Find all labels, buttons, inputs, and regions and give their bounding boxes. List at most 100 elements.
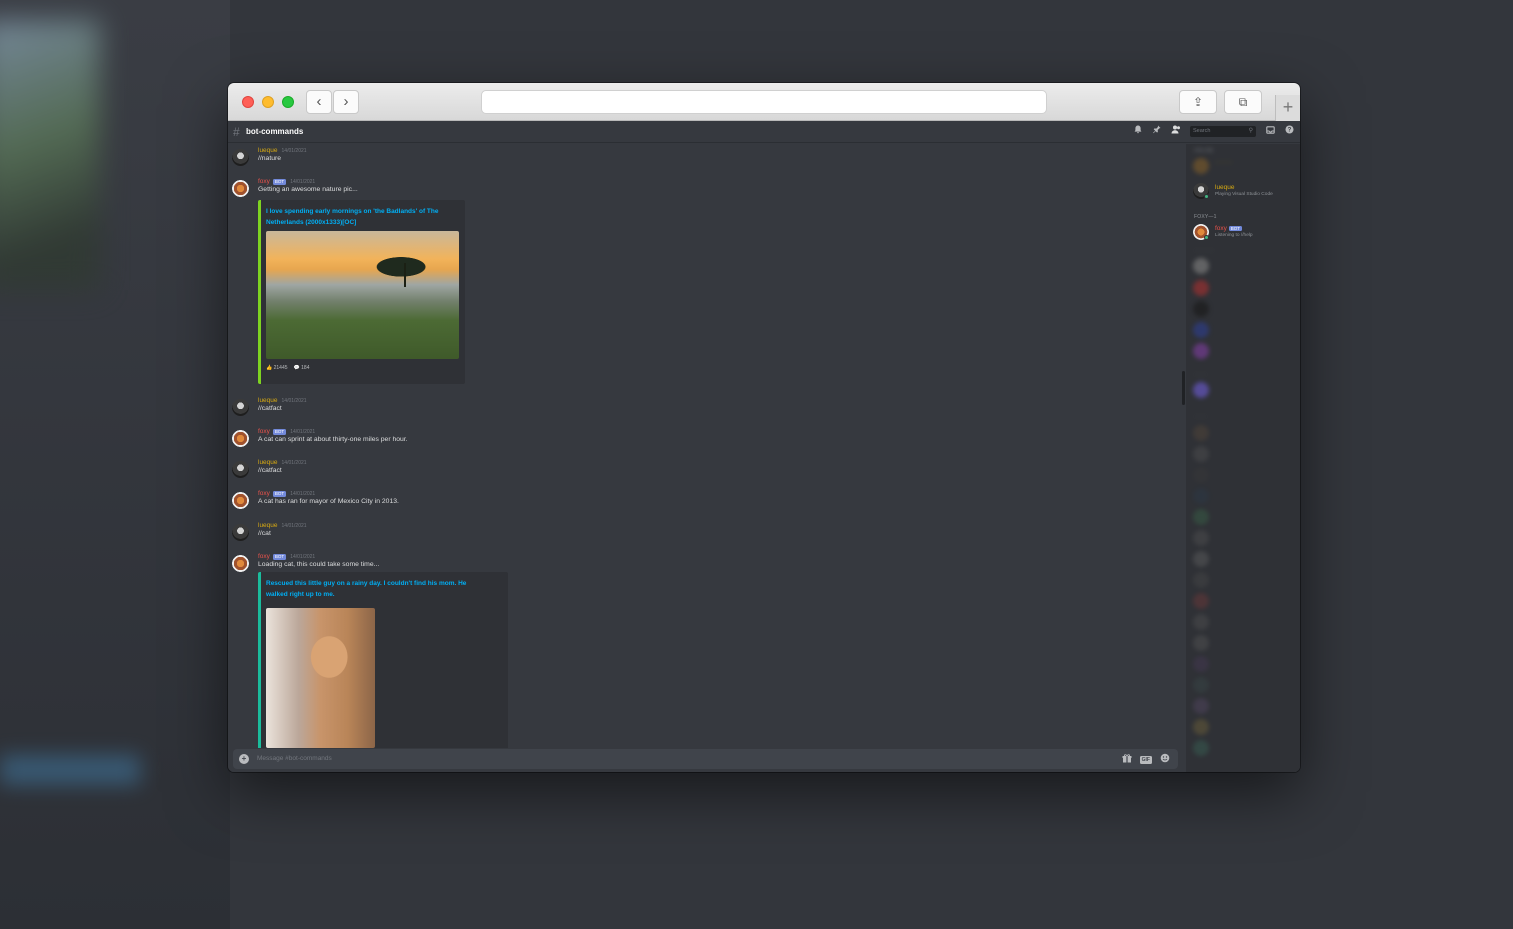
- member-item[interactable]: [1193, 677, 1297, 695]
- avatar: [1193, 382, 1209, 398]
- channel-header: # bot-commands Search ⚲ ?: [228, 121, 1300, 143]
- message-text: A cat has ran for mayor of Mexico City i…: [258, 498, 399, 505]
- timestamp: 14/01/2021: [290, 553, 316, 560]
- embed-title[interactable]: I love spending early mornings on 'the B…: [266, 207, 438, 228]
- author-name[interactable]: foxy: [258, 490, 270, 497]
- bot-badge: BOT: [272, 490, 287, 497]
- member-item[interactable]: [1193, 509, 1297, 527]
- member-list[interactable]: ONLINE ········ lueque Playing Visual St…: [1186, 144, 1300, 772]
- author-name[interactable]: lueque: [258, 522, 278, 529]
- member-item[interactable]: [1193, 719, 1297, 737]
- tree-shape: [404, 263, 406, 287]
- member-item[interactable]: [1193, 593, 1297, 611]
- member-item[interactable]: [1193, 258, 1297, 276]
- avatar: [1193, 258, 1209, 274]
- share-button[interactable]: ⇪: [1179, 90, 1217, 114]
- avatar[interactable]: [232, 555, 249, 572]
- member-item[interactable]: [1193, 425, 1297, 443]
- emoji-icon[interactable]: [1160, 753, 1170, 766]
- avatar: [1193, 343, 1209, 359]
- role-heading: ONLINE: [1194, 148, 1214, 154]
- message-text: Getting an awesome nature pic...: [258, 186, 358, 193]
- message-text: //catfact: [258, 405, 282, 412]
- author-name[interactable]: foxy: [258, 428, 270, 435]
- member-activity: Playing Visual Studio Code: [1215, 192, 1273, 197]
- zoom-window-button[interactable]: [282, 96, 294, 108]
- avatar[interactable]: [232, 180, 249, 197]
- timestamp: 14/01/2021: [290, 178, 316, 185]
- reddit-embed: Rescued this little guy on a rainy day. …: [258, 572, 508, 748]
- avatar: [1193, 530, 1209, 546]
- avatar[interactable]: [232, 149, 249, 166]
- gift-icon[interactable]: [1122, 753, 1132, 766]
- member-item[interactable]: [1193, 322, 1297, 340]
- help-icon[interactable]: ?: [1284, 125, 1294, 137]
- cat-image[interactable]: [266, 608, 375, 748]
- member-item[interactable]: [1193, 467, 1297, 485]
- member-item[interactable]: [1193, 530, 1297, 548]
- member-item-foxy[interactable]: foxy BOT Listening to //help: [1193, 224, 1297, 242]
- avatar: [1193, 614, 1209, 630]
- scrollbar-thumb[interactable]: [1182, 371, 1185, 405]
- avatar: [1193, 593, 1209, 609]
- nature-image[interactable]: [266, 231, 459, 359]
- online-status-icon: [1204, 235, 1209, 240]
- member-activity: Listening to //help: [1215, 233, 1253, 238]
- member-item[interactable]: [1193, 488, 1297, 506]
- avatar[interactable]: [232, 492, 249, 509]
- upvote-count: 👍 21445: [266, 365, 288, 371]
- svg-text:?: ?: [1287, 128, 1291, 134]
- forward-button[interactable]: ›: [333, 90, 359, 114]
- avatar[interactable]: [232, 524, 249, 541]
- comment-count: 💬 184: [293, 365, 310, 371]
- member-item-lueque[interactable]: lueque Playing Visual Studio Code: [1193, 183, 1297, 201]
- member-item[interactable]: [1193, 698, 1297, 716]
- avatar: [1193, 158, 1209, 174]
- message-input[interactable]: + Message #bot-commands GIF: [233, 749, 1178, 769]
- avatar: [1193, 322, 1209, 338]
- member-item[interactable]: [1193, 635, 1297, 653]
- member-item[interactable]: [1193, 301, 1297, 319]
- author-name[interactable]: lueque: [258, 397, 278, 404]
- pin-icon[interactable]: [1152, 125, 1162, 137]
- member-item[interactable]: [1193, 446, 1297, 464]
- blurred-desktop-bar: [0, 755, 140, 785]
- blurred-desktop-photo: [0, 20, 100, 290]
- member-item[interactable]: [1193, 572, 1297, 590]
- upload-plus-icon[interactable]: +: [239, 754, 249, 764]
- author-name[interactable]: lueque: [258, 147, 278, 154]
- avatar[interactable]: [232, 430, 249, 447]
- member-item[interactable]: [1193, 614, 1297, 632]
- avatar: [1193, 509, 1209, 525]
- bell-icon[interactable]: [1133, 125, 1143, 137]
- message-list[interactable]: lueque 14/01/2021 //nature foxy BOT 14/0…: [228, 144, 1184, 748]
- address-bar[interactable]: [481, 90, 1047, 114]
- role-heading: ···········: [1194, 248, 1215, 254]
- member-item[interactable]: [1193, 382, 1297, 400]
- member-item[interactable]: ········: [1193, 158, 1297, 176]
- embed-title[interactable]: Rescued this little guy on a rainy day. …: [266, 579, 466, 600]
- show-tabs-button[interactable]: ⧉: [1224, 90, 1262, 114]
- embed-title-line: I love spending early mornings on 'the B…: [266, 208, 439, 215]
- new-tab-button[interactable]: +: [1275, 95, 1300, 121]
- gif-icon[interactable]: GIF: [1139, 755, 1152, 764]
- avatar[interactable]: [232, 399, 249, 416]
- minimize-window-button[interactable]: [262, 96, 274, 108]
- member-item[interactable]: [1193, 656, 1297, 674]
- avatar: [1193, 677, 1209, 693]
- member-item[interactable]: [1193, 551, 1297, 569]
- author-name[interactable]: lueque: [258, 459, 278, 466]
- back-button[interactable]: ‹: [306, 90, 332, 114]
- search-input[interactable]: Search ⚲: [1190, 125, 1256, 137]
- member-item[interactable]: [1193, 343, 1297, 361]
- avatar[interactable]: [232, 461, 249, 478]
- close-window-button[interactable]: [242, 96, 254, 108]
- author-name[interactable]: foxy: [258, 178, 270, 185]
- member-item[interactable]: [1193, 740, 1297, 758]
- inbox-icon[interactable]: [1265, 125, 1275, 137]
- author-name[interactable]: foxy: [258, 553, 270, 560]
- member-item[interactable]: [1193, 280, 1297, 298]
- member-name: foxy BOT: [1215, 225, 1242, 232]
- members-icon[interactable]: [1171, 125, 1181, 137]
- bot-badge: BOT: [1228, 226, 1242, 231]
